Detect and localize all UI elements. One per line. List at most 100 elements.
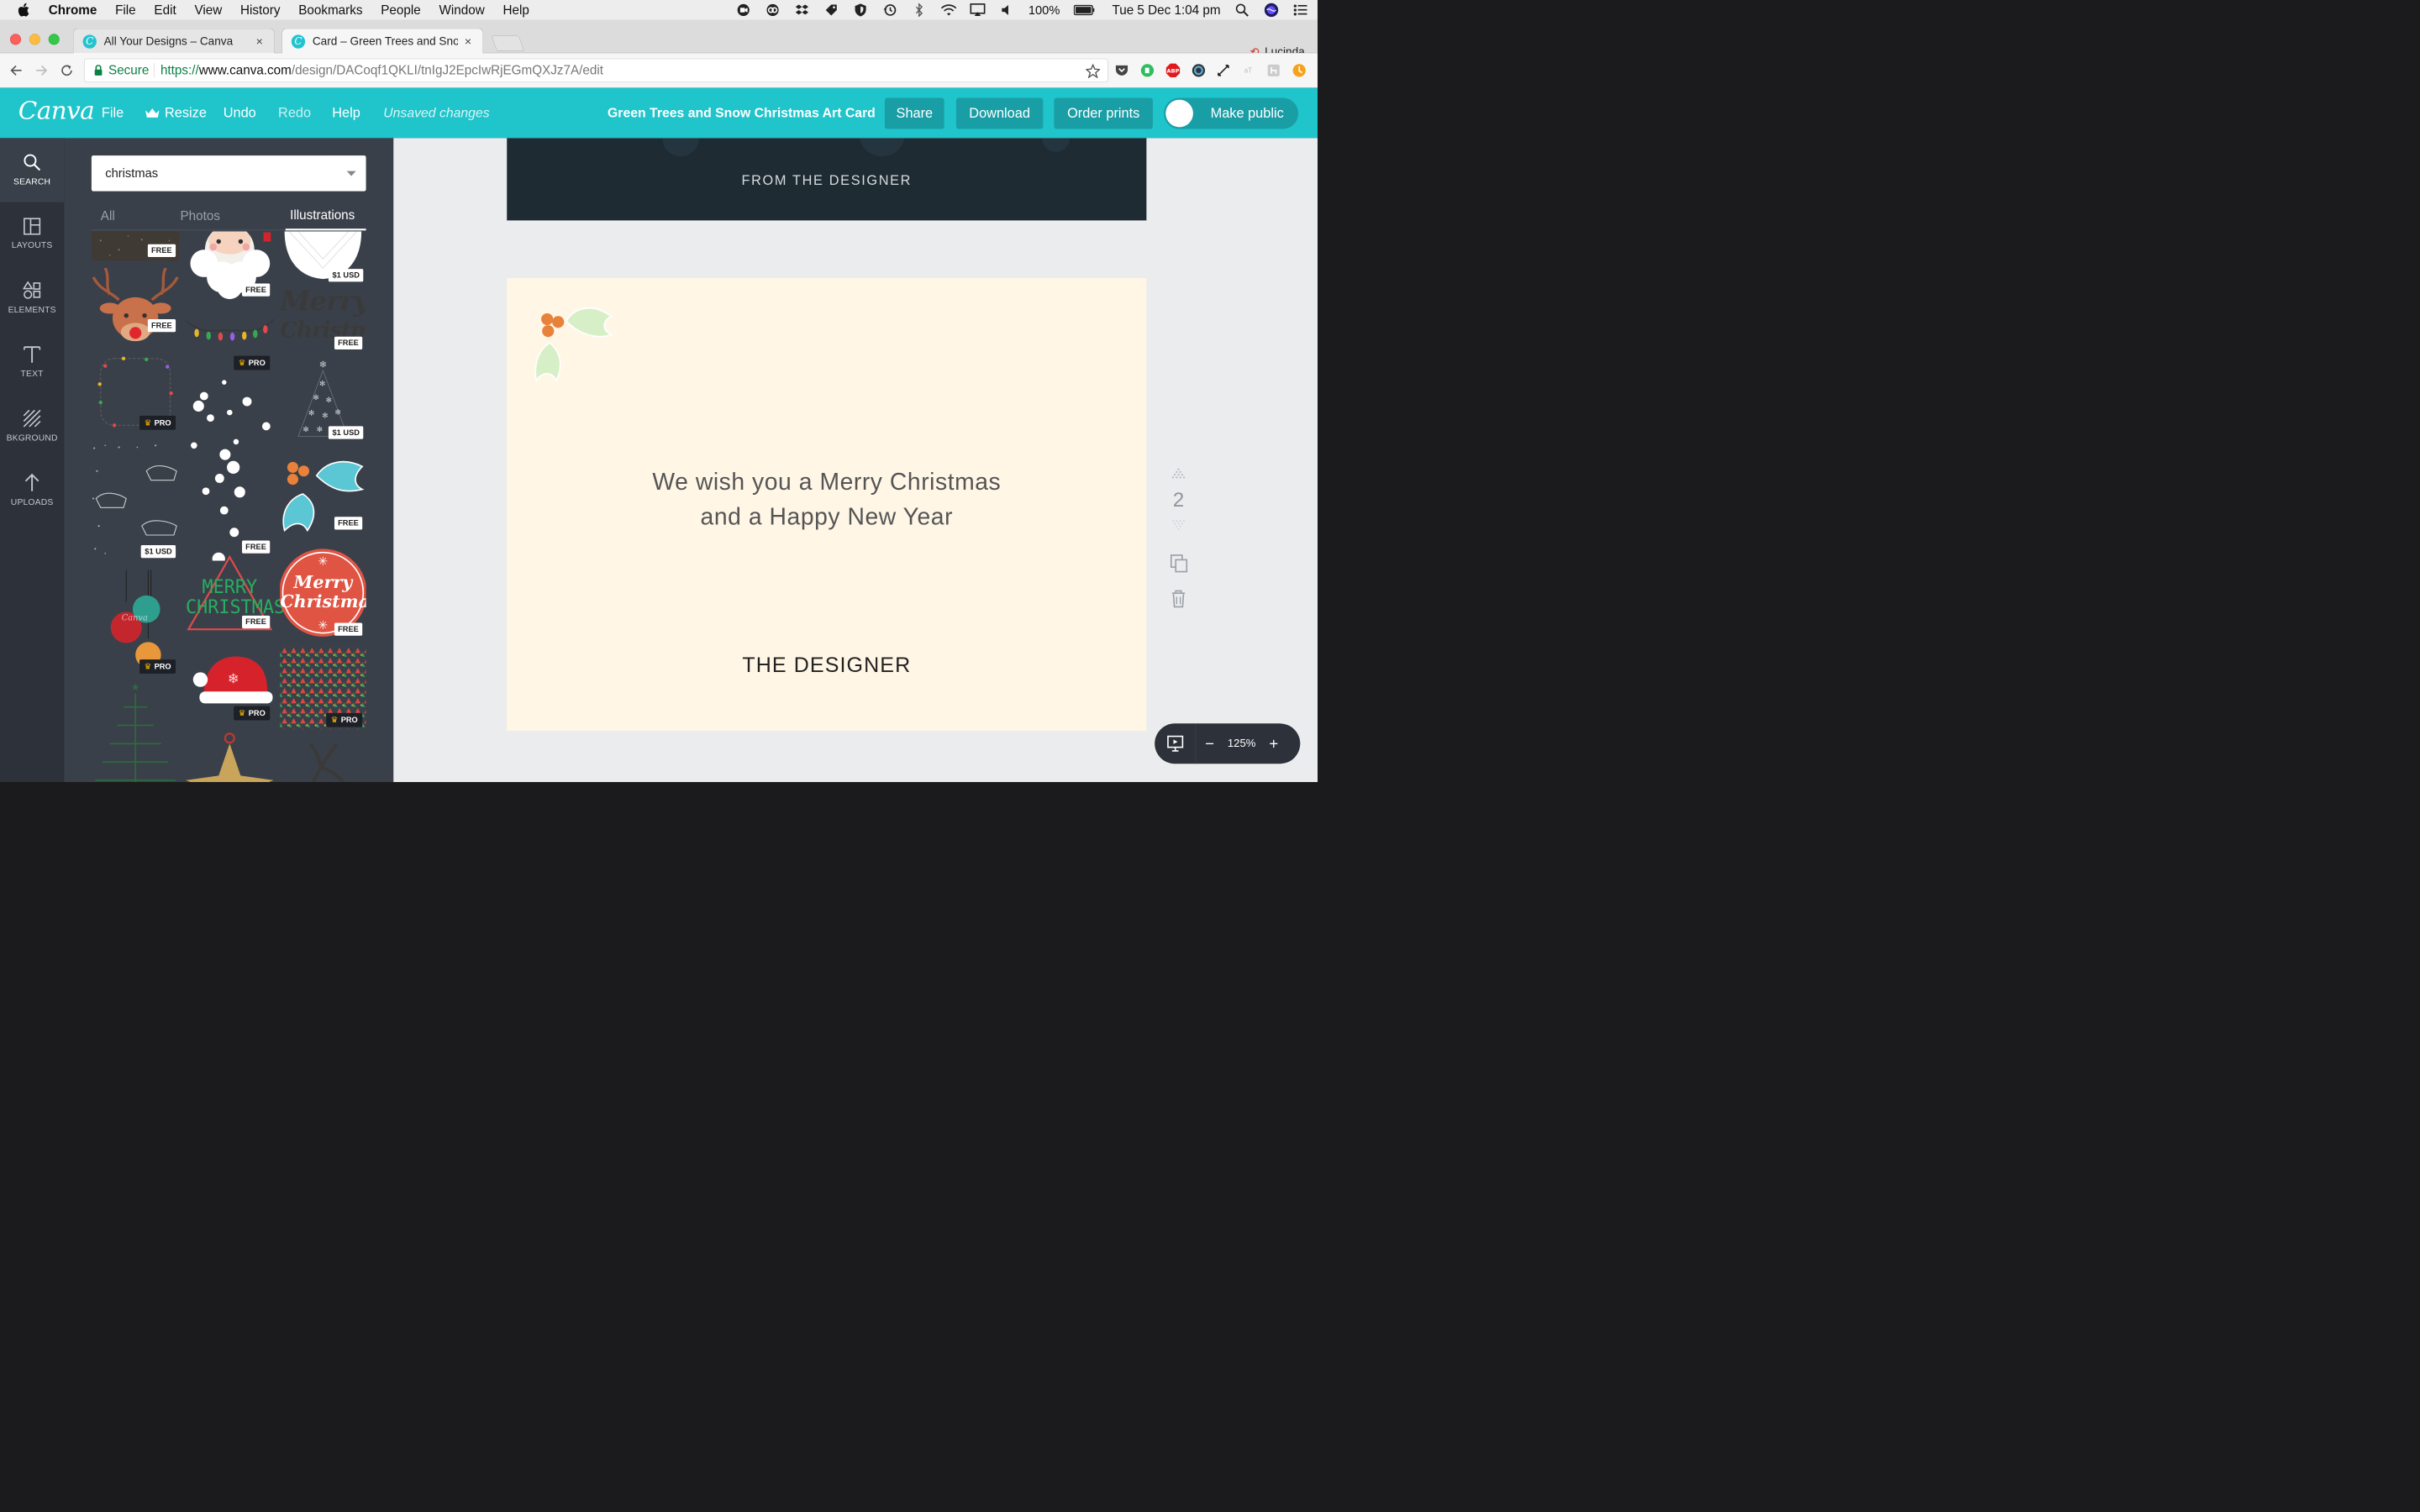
notification-center-icon[interactable] xyxy=(1293,3,1309,18)
adblock-plus-icon[interactable]: ABP xyxy=(1165,63,1181,78)
menu-bookmarks[interactable]: Bookmarks xyxy=(298,3,362,17)
result-reindeer[interactable]: FREE xyxy=(92,267,180,346)
greeting-text[interactable]: We wish you a Merry Christmas and a Happ… xyxy=(507,465,1146,534)
sidebar-item-uploads[interactable]: UPLOADS xyxy=(0,459,64,522)
airplay-icon[interactable] xyxy=(970,3,986,18)
tab-close-icon[interactable]: × xyxy=(462,34,473,49)
address-bar[interactable]: Secure https:// www.canva.com /design/DA… xyxy=(84,58,1108,82)
search-dropdown-caret-icon[interactable] xyxy=(346,171,356,176)
holly-icon[interactable] xyxy=(534,302,625,394)
browser-tab-all-designs[interactable]: C All Your Designs – Canva × xyxy=(73,28,275,55)
apple-icon[interactable] xyxy=(18,3,32,18)
menu-app-name[interactable]: Chrome xyxy=(49,3,97,17)
bookmark-star-icon[interactable] xyxy=(1085,63,1101,81)
sidebar-item-text[interactable]: TEXT xyxy=(0,330,64,394)
camera-status-icon[interactable] xyxy=(735,3,751,18)
result-merry-christmas-dark-type[interactable]: Merry Christmas FREE xyxy=(280,287,366,349)
result-merry-christmas-badge[interactable]: ✳ ✳ Merry Christmas FREE xyxy=(280,547,366,638)
share-button[interactable]: Share xyxy=(884,97,944,129)
zoom-out-button[interactable]: − xyxy=(1196,735,1223,753)
result-holly-blue[interactable]: FREE xyxy=(280,457,366,538)
spotlight-search-icon[interactable] xyxy=(1234,3,1250,18)
grey-extension-icon[interactable] xyxy=(1266,63,1281,77)
menu-window[interactable]: Window xyxy=(439,3,485,17)
tab-photos[interactable]: Photos xyxy=(181,202,220,231)
copy-page-icon[interactable] xyxy=(1165,554,1192,576)
delete-page-icon[interactable] xyxy=(1165,590,1192,611)
back-arrow-icon[interactable] xyxy=(8,62,25,79)
result-snowflake-tree[interactable]: ❄✻✻✻✻✻✻✻✻✻ $1 USD xyxy=(280,359,366,441)
result-santa[interactable]: FREE xyxy=(186,231,274,300)
bluetooth-icon[interactable] xyxy=(911,3,927,18)
download-button[interactable]: Download xyxy=(955,97,1044,129)
file-menu-button[interactable]: File xyxy=(102,88,124,139)
move-page-up-icon[interactable] xyxy=(1165,467,1192,483)
window-close-button[interactable] xyxy=(9,34,22,45)
dropbox-icon[interactable] xyxy=(794,3,810,18)
result-tree-pattern[interactable]: ♛ PRO xyxy=(280,646,366,729)
time-machine-icon[interactable] xyxy=(882,3,898,18)
result-ornaments[interactable]: Canva ♛ PRO xyxy=(92,570,180,675)
font-extension-icon[interactable]: aT xyxy=(1241,63,1255,77)
page-1-text[interactable]: FROM THE DESIGNER xyxy=(507,173,1146,189)
result-arrow-tree[interactable]: ★ xyxy=(92,680,180,782)
battery-icon[interactable] xyxy=(1073,3,1095,18)
sidebar-item-background[interactable]: BKGROUND xyxy=(0,394,64,458)
pocket-extension-icon[interactable] xyxy=(1114,63,1128,77)
result-string-lights[interactable]: ♛ PRO xyxy=(185,317,274,371)
design-page-1[interactable]: FROM THE DESIGNER xyxy=(507,138,1147,221)
result-glitter[interactable]: FREE xyxy=(91,231,180,261)
result-sleigh-border[interactable]: $1 USD xyxy=(92,444,180,559)
menu-file[interactable]: File xyxy=(115,3,136,17)
undo-button[interactable]: Undo xyxy=(224,88,256,139)
move-page-down-icon[interactable] xyxy=(1165,519,1192,535)
volume-icon[interactable] xyxy=(999,3,1015,18)
sidebar-item-layouts[interactable]: LAYOUTS xyxy=(0,202,64,266)
sidebar-item-elements[interactable]: ELEMENTS xyxy=(0,266,64,330)
help-menu-button[interactable]: Help xyxy=(332,88,360,139)
result-gold-star[interactable] xyxy=(186,730,274,782)
resize-button[interactable]: Resize xyxy=(145,88,207,139)
shield-icon[interactable] xyxy=(853,3,869,18)
make-public-toggle[interactable]: Make public xyxy=(1164,97,1299,129)
color-picker-extension-icon[interactable] xyxy=(1192,63,1206,77)
canva-logo[interactable]: Canva xyxy=(18,96,95,124)
redo-button[interactable]: Redo xyxy=(278,88,311,139)
design-page-2[interactable]: We wish you a Merry Christmas and a Happ… xyxy=(507,278,1147,732)
search-input[interactable]: christmas xyxy=(91,155,366,192)
result-lights-frame[interactable]: ♛ PRO xyxy=(92,352,180,430)
zoom-level[interactable]: 125% xyxy=(1223,738,1260,750)
menubar-clock[interactable]: Tue 5 Dec 1:04 pm xyxy=(1112,3,1220,17)
orange-extension-icon[interactable] xyxy=(1292,63,1307,77)
tab-all[interactable]: All xyxy=(101,202,115,231)
creative-cloud-icon[interactable] xyxy=(765,3,781,18)
tab-illustrations[interactable]: Illustrations xyxy=(285,202,366,231)
menu-help[interactable]: Help xyxy=(503,3,529,17)
siri-icon[interactable] xyxy=(1264,3,1280,18)
result-reindeer-silhouette[interactable] xyxy=(280,739,366,782)
forward-arrow-icon[interactable] xyxy=(33,62,50,79)
menu-view[interactable]: View xyxy=(194,3,222,17)
browser-tab-card[interactable]: C Card – Green Trees and Snow C × xyxy=(281,28,483,55)
menu-edit[interactable]: Edit xyxy=(154,3,176,17)
result-merry-christmas-green[interactable]: MERRY CHRISTMAS FREE xyxy=(186,554,285,633)
wifi-icon[interactable] xyxy=(940,3,956,18)
sidebar-item-search[interactable]: SEARCH xyxy=(0,138,64,202)
result-snowballs[interactable]: FREE xyxy=(186,378,274,565)
window-minimize-button[interactable] xyxy=(29,34,40,45)
window-zoom-button[interactable] xyxy=(48,34,60,45)
tab-close-icon[interactable]: × xyxy=(254,34,265,49)
design-workspace[interactable]: FROM THE DESIGNER We wish you a Merry Ch… xyxy=(393,138,1318,782)
evernote-extension-icon[interactable] xyxy=(1140,63,1155,77)
result-santa-hat[interactable]: ❄ ♛ PRO xyxy=(186,655,274,724)
order-prints-button[interactable]: Order prints xyxy=(1054,97,1153,129)
result-snowflake-wreath[interactable]: $1 USD xyxy=(280,231,366,282)
present-icon[interactable] xyxy=(1155,723,1197,764)
zoom-in-button[interactable]: + xyxy=(1260,735,1287,753)
reload-icon[interactable] xyxy=(59,62,76,79)
menu-history[interactable]: History xyxy=(240,3,280,17)
tag-icon[interactable] xyxy=(823,3,839,18)
new-tab-button[interactable] xyxy=(491,35,525,51)
menu-people[interactable]: People xyxy=(381,3,420,17)
signature-text[interactable]: THE DESIGNER xyxy=(507,652,1146,676)
